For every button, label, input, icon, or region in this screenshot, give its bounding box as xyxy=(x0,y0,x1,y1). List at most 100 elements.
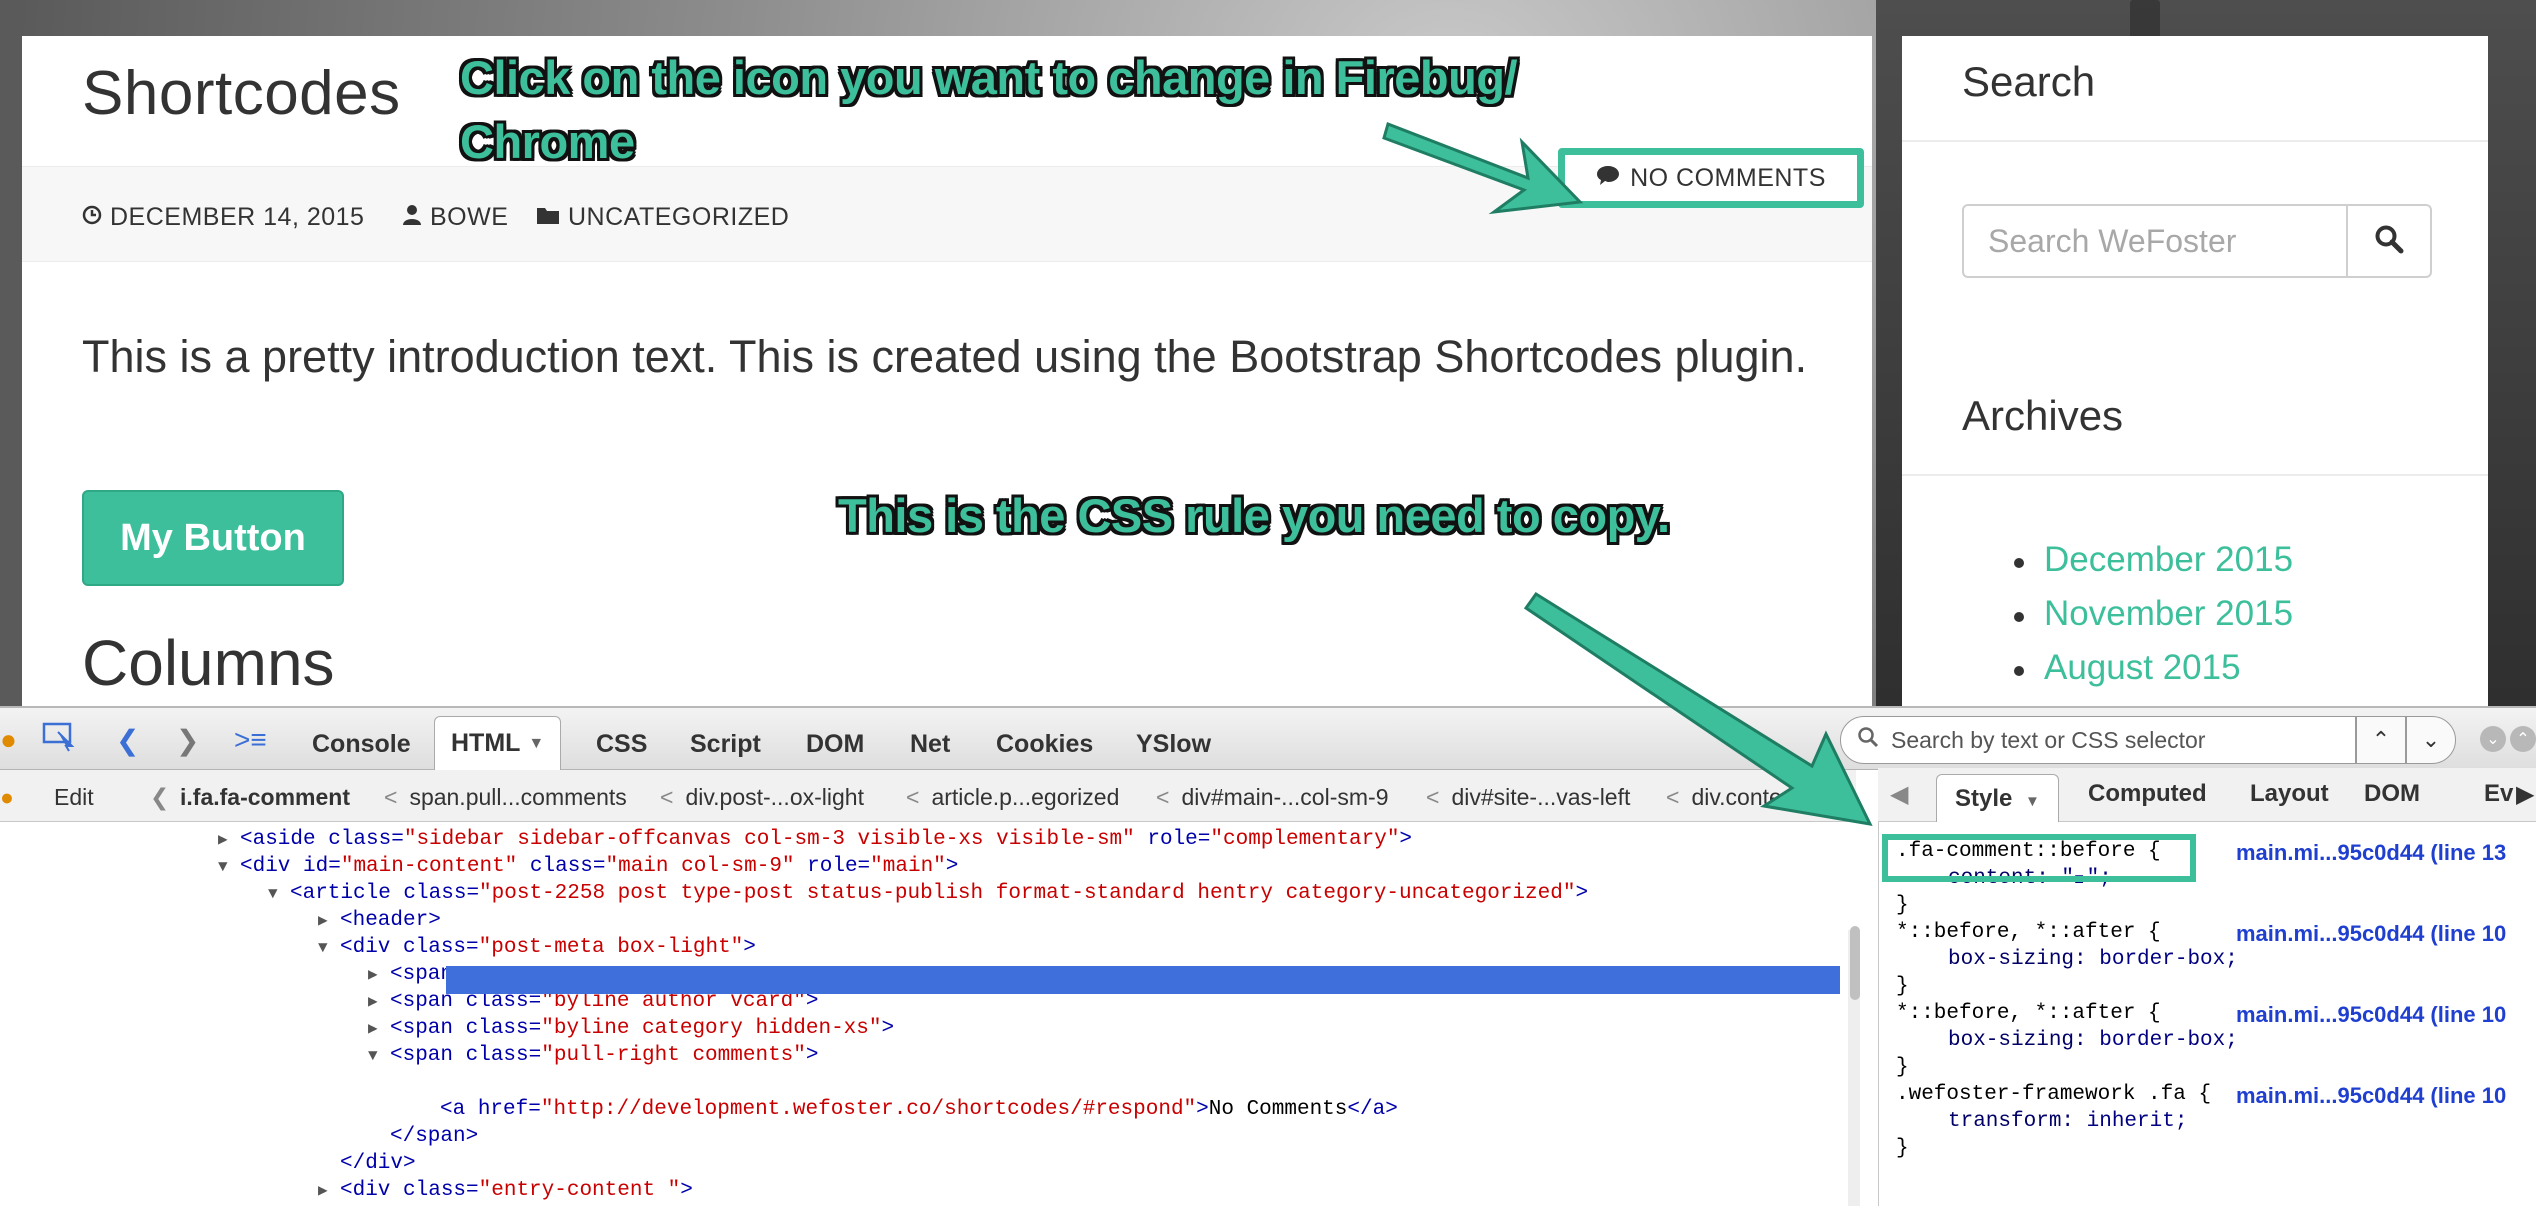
edit-button[interactable]: Edit xyxy=(54,784,94,811)
inspect-element-icon[interactable] xyxy=(42,722,78,759)
breadcrumb-item[interactable]: < span.pull...comments xyxy=(384,784,627,811)
html-tree-pane: ▶ <aside class="sidebar sidebar-offcanvas… xyxy=(0,822,1856,1206)
css-rule-selector[interactable]: *::before, *::after { xyxy=(1896,1000,2161,1027)
chevron-down-icon: ⌄ xyxy=(2421,727,2441,752)
breadcrumb-item[interactable]: < article.p...egorized xyxy=(906,784,1119,811)
side-tabs-scroll-left-icon[interactable]: ◀ xyxy=(1890,780,1908,809)
html-node[interactable]: ▼ <article class="post-2258 post type-pos… xyxy=(268,880,1588,907)
archive-link[interactable]: December 2015 xyxy=(2013,540,2293,594)
collapsed-twisty-icon[interactable]: ▶ xyxy=(368,1016,390,1043)
background-tree-trunk xyxy=(2130,0,2160,40)
css-rule-selector[interactable]: *::before, *::after { xyxy=(1896,919,2161,946)
search-icon xyxy=(1857,726,1879,754)
forward-icon[interactable]: ❯ xyxy=(176,724,199,757)
tab-dom-side[interactable]: DOM xyxy=(2364,780,2420,808)
tab-style[interactable]: Style ▼ xyxy=(1936,774,2059,822)
post-author[interactable]: BOWE xyxy=(402,203,508,232)
html-node[interactable]: ▼ <div class="post-meta box-light"> xyxy=(318,934,756,961)
css-rule-source-link[interactable]: main.mi...95c0d44 (line 10 xyxy=(2236,1083,2506,1109)
expanded-twisty-icon[interactable]: ▼ xyxy=(218,854,240,881)
archive-link[interactable]: August 2015 xyxy=(2013,648,2293,702)
search-input[interactable] xyxy=(1962,204,2348,278)
expanded-twisty-icon[interactable]: ▼ xyxy=(318,935,340,962)
detach-icon[interactable]: ⌃ xyxy=(2510,726,2536,752)
devtools-search-placeholder: Search by text or CSS selector xyxy=(1891,726,2206,753)
css-property[interactable]: box-sizing: border-box; xyxy=(1948,946,2238,973)
tab-dom[interactable]: DOM xyxy=(790,720,880,768)
html-node[interactable]: <a href="http://development.wefoster.co/… xyxy=(418,1096,1398,1123)
breadcrumb-item[interactable]: < div.conte... xyxy=(1666,784,1801,811)
chevron-down-icon[interactable]: ▼ xyxy=(528,735,544,753)
html-node[interactable]: </div> xyxy=(318,1150,416,1177)
collapsed-twisty-icon[interactable]: ▶ xyxy=(368,989,390,1016)
html-node[interactable]: ▼ <span class="pull-right comments"> xyxy=(368,1042,819,1069)
devtools-search-field[interactable]: Search by text or CSS selector xyxy=(1840,716,2356,764)
annotation-top-line-1: Click on the icon you want to change in … xyxy=(460,51,1518,104)
tab-css[interactable]: CSS xyxy=(580,720,663,768)
css-rule-close: } xyxy=(1896,1137,1909,1160)
tab-yslow[interactable]: YSlow xyxy=(1120,720,1227,768)
post-category[interactable]: UNCATEGORIZED xyxy=(536,203,789,232)
collapsed-twisty-icon[interactable]: ▶ xyxy=(318,1178,340,1205)
my-button[interactable]: My Button xyxy=(82,490,344,586)
tab-net[interactable]: Net xyxy=(894,720,966,768)
search-button[interactable] xyxy=(2348,204,2432,278)
css-rule-close: } xyxy=(1896,894,1909,917)
breadcrumb-item[interactable]: < div#site-...vas-left xyxy=(1426,784,1630,811)
tab-cookies[interactable]: Cookies xyxy=(980,720,1109,768)
css-rule-highlight-box xyxy=(1882,834,2196,882)
css-rule-source-link[interactable]: main.mi...95c0d44 (line 10 xyxy=(2236,921,2506,947)
annotation-top-line-2: Chrome xyxy=(460,115,635,168)
scrollbar-thumb[interactable] xyxy=(1850,926,1860,1000)
search-next-button[interactable]: ⌄ xyxy=(2406,716,2456,764)
collapsed-twisty-icon[interactable]: ▶ xyxy=(368,962,390,989)
breadcrumb-item[interactable]: < div#main-...col-sm-9 xyxy=(1156,784,1388,811)
sidebar-divider xyxy=(1902,474,2488,476)
folder-icon xyxy=(536,205,560,231)
tab-console[interactable]: Console xyxy=(296,720,427,768)
user-icon xyxy=(402,204,422,232)
breadcrumb-item[interactable]: i.fa.fa-comment xyxy=(180,784,350,811)
archive-link[interactable]: November 2015 xyxy=(2013,594,2293,648)
tab-computed[interactable]: Computed xyxy=(2088,780,2207,808)
css-rule-selector[interactable]: .wefoster-framework .fa { xyxy=(1896,1081,2211,1108)
selected-node-highlight[interactable] xyxy=(446,966,1840,994)
inspect-icon[interactable]: ● xyxy=(0,784,14,811)
html-node[interactable]: ▶ <span class="byline category hidden-xs"… xyxy=(368,1015,894,1042)
annotation-middle: This is the CSS rule you need to copy. xyxy=(838,489,1670,542)
html-node[interactable]: ▶ <aside class="sidebar sidebar-offcanvas… xyxy=(218,826,1412,853)
css-property[interactable]: box-sizing: border-box; xyxy=(1948,1027,2238,1054)
columns-heading: Columns xyxy=(82,627,335,699)
tab-layout[interactable]: Layout xyxy=(2250,780,2329,808)
html-node[interactable]: ▼ <div id="main-content" class="main col-… xyxy=(218,853,958,880)
side-tabs-scroll-right-icon[interactable]: ▶ xyxy=(2516,780,2534,809)
breadcrumb-separator: ❮ xyxy=(150,784,170,810)
back-icon[interactable]: ❮ xyxy=(116,724,139,757)
expanded-twisty-icon[interactable]: ▼ xyxy=(268,881,290,908)
comments-link-highlighted[interactable]: NO COMMENTS xyxy=(1558,148,1864,208)
minimize-icon[interactable]: ⌄ xyxy=(2480,726,2506,752)
html-node-selected[interactable]: <i class="fa fa-comment"> </i> xyxy=(418,1068,657,1095)
collapsed-twisty-icon[interactable]: ▶ xyxy=(318,908,340,935)
html-node[interactable]: ▶ <header> xyxy=(318,907,441,934)
firebug-logo-icon[interactable]: ● xyxy=(0,724,17,756)
tab-html[interactable]: HTML ▼ xyxy=(434,716,562,770)
post-date: DECEMBER 14, 2015 xyxy=(82,203,364,232)
command-line-icon[interactable]: >≡ xyxy=(234,724,267,756)
breadcrumb-item[interactable]: < div.post-...ox-light xyxy=(660,784,864,811)
css-property[interactable]: transform: inherit; xyxy=(1948,1108,2187,1135)
side-panel-tabs: ◀ Style ▼ Computed Layout DOM Ev ▶ xyxy=(1878,768,2536,822)
css-rule-source-link[interactable]: main.mi...95c0d44 (line 10 xyxy=(2236,1002,2506,1028)
search-previous-button[interactable]: ⌃ xyxy=(2356,716,2406,764)
firebug-toolbar: ● ❮ ❯ >≡ Console HTML ▼ CSS Script DOM N… xyxy=(0,708,2536,770)
tab-script[interactable]: Script xyxy=(674,720,777,768)
collapsed-twisty-icon[interactable]: ▶ xyxy=(218,827,240,854)
comment-icon[interactable] xyxy=(1596,164,1620,193)
chevron-down-icon: ▼ xyxy=(2025,793,2040,810)
html-node[interactable]: </span> xyxy=(368,1123,478,1150)
css-rule-close: } xyxy=(1896,975,1909,998)
tab-events[interactable]: Ev xyxy=(2484,780,2513,808)
expanded-twisty-icon[interactable]: ▼ xyxy=(368,1043,390,1070)
css-rule-source-link[interactable]: main.mi...95c0d44 (line 13 xyxy=(2236,840,2506,866)
html-node[interactable]: ▶ <div class="entry-content "> xyxy=(318,1177,693,1204)
